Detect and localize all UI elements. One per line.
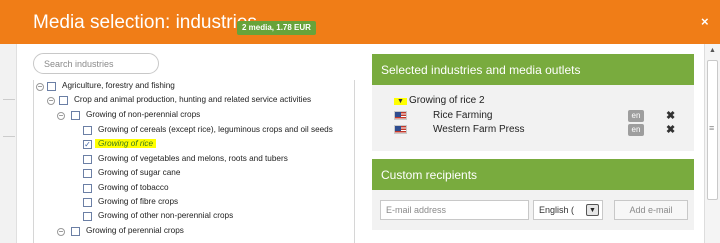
collapse-arrow-icon[interactable]: ▼ bbox=[394, 98, 407, 105]
collapse-node-icon[interactable]: − bbox=[36, 83, 44, 91]
custom-panel-header: Custom recipients bbox=[372, 159, 694, 190]
tree-node-label: Growing of perennial crops bbox=[86, 226, 184, 235]
dropdown-arrow-icon[interactable]: ▼ bbox=[586, 204, 599, 216]
language-badge: en bbox=[628, 124, 644, 136]
tree-node-checkbox[interactable] bbox=[83, 184, 92, 193]
tree-node[interactable]: − Growing of perennial crops bbox=[34, 226, 354, 238]
media-outlet-row: Western Farm Press en ✖ bbox=[394, 124, 680, 136]
background-divider bbox=[3, 136, 15, 137]
tree-node[interactable]: − Agriculture, forestry and fishing bbox=[34, 81, 354, 93]
tree-node-label: Growing of tobacco bbox=[98, 183, 169, 192]
tree-node[interactable]: − Growing of non-perennial crops bbox=[34, 110, 354, 122]
page-scrollbar[interactable]: ▲ ≡ bbox=[704, 44, 720, 243]
tree-node[interactable]: − Crop and animal production, hunting and… bbox=[34, 95, 354, 107]
language-badge: en bbox=[628, 110, 644, 122]
tree-node-label: Agriculture, forestry and fishing bbox=[62, 81, 175, 90]
tree-node-label: Growing of non-perennial crops bbox=[86, 110, 201, 119]
tree-node[interactable]: Growing of vegetables and melons, roots … bbox=[34, 154, 354, 166]
tree-node[interactable]: Growing of sugar cane bbox=[34, 168, 354, 180]
tree-node-label: Crop and animal production, hunting and … bbox=[74, 95, 312, 104]
background-divider bbox=[3, 99, 15, 100]
tree-node[interactable]: Growing of other non-perennial crops bbox=[34, 211, 354, 223]
modal-header: Media selection: industries 2 media, 1.7… bbox=[0, 0, 720, 44]
scrollbar-thumb[interactable]: ≡ bbox=[707, 60, 718, 200]
grip-icon: ≡ bbox=[709, 123, 715, 133]
custom-panel-title: Custom recipients bbox=[381, 168, 478, 182]
tree-node-label: Growing of vegetables and melons, roots … bbox=[98, 154, 288, 163]
tree-node-checkbox[interactable]: ✓ bbox=[83, 140, 92, 149]
tree-node[interactable]: ✓ Growing of rice bbox=[34, 139, 354, 151]
collapse-node-icon[interactable]: − bbox=[57, 228, 65, 236]
language-select-value: English ( bbox=[539, 205, 575, 215]
tree-node-checkbox[interactable] bbox=[83, 126, 92, 135]
tree-node-checkbox[interactable] bbox=[83, 212, 92, 221]
collapse-node-icon[interactable]: − bbox=[47, 97, 55, 105]
us-flag-icon bbox=[394, 125, 407, 134]
us-flag-icon bbox=[394, 111, 407, 120]
email-address-input[interactable] bbox=[380, 200, 529, 220]
remove-outlet-icon[interactable]: ✖ bbox=[666, 123, 675, 136]
language-select[interactable]: English ( ▼ bbox=[533, 200, 603, 220]
tree-node-checkbox[interactable] bbox=[83, 169, 92, 178]
collapse-node-icon[interactable]: − bbox=[57, 112, 65, 120]
tree-node-label: Growing of rice bbox=[95, 139, 157, 148]
tree-node-checkbox[interactable] bbox=[47, 82, 56, 91]
selected-panel-header: Selected industries and media outlets bbox=[372, 54, 694, 85]
selected-industry-label: Growing of rice 2 bbox=[408, 95, 485, 106]
background-page-strip bbox=[0, 44, 17, 243]
modal-title: Media selection: industries bbox=[33, 12, 257, 33]
close-icon[interactable]: × bbox=[701, 14, 709, 29]
tree-node-checkbox[interactable] bbox=[83, 198, 92, 207]
tree-node-checkbox[interactable] bbox=[83, 155, 92, 164]
outlet-name: Rice Farming bbox=[433, 110, 493, 121]
tree-node[interactable]: Growing of tobacco bbox=[34, 183, 354, 195]
selected-industry-group[interactable]: ▼ Growing of rice 2 bbox=[394, 95, 485, 106]
selected-panel-title: Selected industries and media outlets bbox=[381, 63, 581, 77]
scroll-up-arrow-icon[interactable]: ▲ bbox=[709, 47, 716, 54]
tree-node-label: Growing of other non-perennial crops bbox=[98, 211, 234, 220]
outlet-name: Western Farm Press bbox=[433, 124, 525, 135]
tree-node[interactable]: Growing of cereals (except rice), legumi… bbox=[34, 125, 354, 137]
tree-node-label: Growing of cereals (except rice), legumi… bbox=[98, 125, 333, 134]
tree-node-checkbox[interactable] bbox=[71, 111, 80, 120]
add-email-button[interactable]: Add e-mail bbox=[614, 200, 688, 220]
tree-node-checkbox[interactable] bbox=[59, 96, 68, 105]
industry-tree[interactable]: − Agriculture, forestry and fishing − Crop … bbox=[33, 80, 355, 243]
tree-node-label: Growing of sugar cane bbox=[98, 168, 181, 177]
media-outlet-row: Rice Farming en ✖ bbox=[394, 110, 680, 122]
search-industries-input[interactable] bbox=[33, 53, 159, 74]
tree-node-checkbox[interactable] bbox=[71, 227, 80, 236]
tree-node-label: Growing of fibre crops bbox=[98, 197, 179, 206]
media-count-badge: 2 media, 1.78 EUR bbox=[237, 21, 316, 35]
tree-node[interactable]: Growing of fibre crops bbox=[34, 197, 354, 209]
remove-outlet-icon[interactable]: ✖ bbox=[666, 109, 675, 122]
